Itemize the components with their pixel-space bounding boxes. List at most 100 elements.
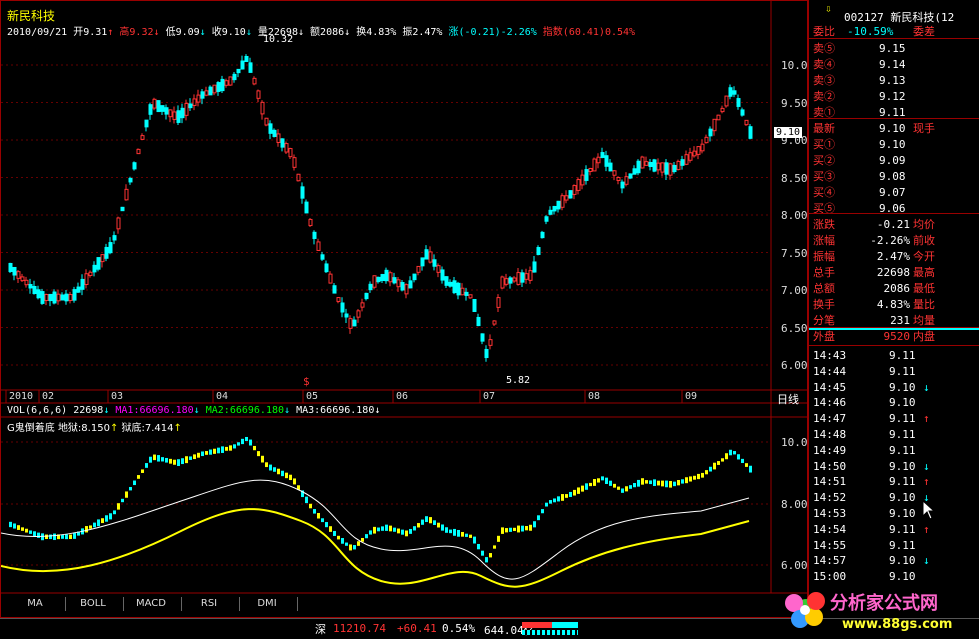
indicator-bar bbox=[365, 534, 368, 539]
bid-row[interactable]: 买④ 9.07 bbox=[813, 185, 978, 201]
indicator-bar bbox=[169, 458, 172, 464]
indicator-bar bbox=[621, 488, 624, 493]
indicator-bar bbox=[261, 455, 264, 463]
candle-body bbox=[712, 118, 717, 132]
ask-row[interactable]: 卖④ 9.14 bbox=[813, 57, 978, 73]
stat-row: 涨幅 -2.26% 前收 bbox=[813, 234, 935, 247]
candle-body bbox=[92, 264, 97, 273]
candle-body bbox=[328, 273, 333, 284]
indicator-bar bbox=[129, 486, 132, 491]
tab-boll[interactable]: BOLL bbox=[63, 597, 124, 611]
chart-panel[interactable]: 新民科技 2010/09/21 开9.31↑ 高9.32↓ 低9.09↓ 收9.… bbox=[0, 0, 814, 618]
bid-row[interactable]: 买⑤ 9.06 bbox=[813, 201, 978, 217]
indicator-bar bbox=[701, 472, 704, 478]
candle-body bbox=[720, 107, 725, 113]
indicator-bar bbox=[489, 553, 492, 558]
indicator-bar bbox=[125, 491, 128, 498]
ask-row[interactable]: 卖② 9.12 bbox=[813, 89, 978, 105]
candle-body bbox=[8, 262, 13, 273]
indicator-bar bbox=[389, 525, 392, 532]
candle-body bbox=[656, 162, 661, 171]
price-y-tick: 7.00 bbox=[781, 284, 808, 297]
indicator-bar bbox=[657, 480, 660, 486]
indicator-bar bbox=[669, 480, 672, 488]
indicator-bar bbox=[697, 473, 700, 480]
tick-row: 14:55 9.11 bbox=[813, 538, 916, 552]
candle-body bbox=[156, 100, 161, 113]
tab-dmi[interactable]: DMI bbox=[237, 597, 298, 611]
tick-row: 14:48 9.11 bbox=[813, 428, 916, 441]
candle-body bbox=[124, 188, 129, 201]
indicator-bar bbox=[353, 545, 356, 550]
bid-row[interactable]: 买① 9.10 bbox=[813, 137, 978, 153]
quote-icon[interactable]: ⇩ bbox=[825, 2, 832, 15]
indicator-bar bbox=[617, 486, 620, 490]
indicator-bar bbox=[25, 528, 28, 533]
candle-body bbox=[276, 133, 281, 143]
indicator-bar bbox=[705, 470, 708, 475]
indicator-bar bbox=[273, 467, 276, 472]
indicator-bar bbox=[61, 534, 64, 539]
candle-body bbox=[312, 231, 317, 239]
candle-body bbox=[12, 266, 17, 276]
indicator-bar bbox=[257, 451, 260, 457]
candle-body bbox=[492, 320, 497, 325]
period-label[interactable]: 日线 bbox=[777, 391, 799, 407]
candle-body bbox=[676, 160, 681, 171]
indicator-bar bbox=[685, 477, 688, 484]
price-grid bbox=[1, 64, 771, 566]
candle-body bbox=[288, 148, 293, 158]
indicator-bar bbox=[565, 494, 568, 498]
indicator-bar bbox=[105, 515, 108, 522]
indicator-bar bbox=[541, 509, 544, 514]
indicator-bar bbox=[145, 463, 148, 468]
candle-body bbox=[20, 276, 25, 282]
candle-body bbox=[468, 294, 473, 299]
candle-body bbox=[104, 246, 109, 259]
ask-row[interactable]: 卖③ 9.13 bbox=[813, 73, 978, 89]
tick-row: 14:43 9.11 bbox=[813, 349, 916, 362]
indicator-bar bbox=[53, 533, 56, 541]
candle-body bbox=[680, 159, 685, 166]
tick-row: 14:52 9.10 ↓ bbox=[813, 491, 930, 505]
candle-body bbox=[136, 148, 141, 155]
indicator-bar bbox=[393, 527, 396, 532]
candle-body bbox=[696, 146, 701, 155]
candle-body bbox=[268, 123, 273, 134]
indicator-bar bbox=[537, 515, 540, 521]
indicator-bar bbox=[445, 527, 448, 533]
tab-rsi[interactable]: RSI bbox=[179, 597, 240, 611]
indicator-bar bbox=[285, 472, 288, 479]
candle-body bbox=[220, 78, 225, 92]
candle-body bbox=[444, 276, 449, 286]
candle-body bbox=[56, 293, 61, 302]
candle-body bbox=[236, 68, 241, 74]
candle-body bbox=[232, 73, 237, 81]
candle-body bbox=[360, 302, 365, 308]
price-y-tick: 6.00 bbox=[781, 359, 808, 372]
candle-body bbox=[248, 62, 253, 73]
candle-body bbox=[620, 181, 625, 189]
ask-row[interactable]: 卖⑤ 9.15 bbox=[813, 41, 978, 57]
indicator-y-tick: 6.00 bbox=[781, 559, 808, 572]
candle-body bbox=[200, 91, 205, 99]
indicator-bar bbox=[745, 463, 748, 467]
candle-body bbox=[600, 152, 605, 158]
candle-body bbox=[496, 297, 501, 308]
indicator-bar bbox=[721, 458, 724, 462]
candle-body bbox=[300, 186, 305, 199]
candle-body bbox=[84, 273, 89, 285]
indicator-bar bbox=[161, 457, 164, 462]
candle-body bbox=[180, 107, 185, 119]
x-axis-label: 04 bbox=[216, 391, 229, 402]
candle-body bbox=[32, 286, 37, 294]
indicator-bar bbox=[349, 544, 352, 551]
indicator-bar bbox=[209, 449, 212, 455]
bid-row[interactable]: 买③ 9.08 bbox=[813, 169, 978, 185]
tab-ma[interactable]: MA bbox=[5, 597, 66, 611]
indicator-bar bbox=[441, 524, 444, 531]
tab-macd[interactable]: MACD bbox=[121, 597, 182, 611]
candle-body bbox=[572, 185, 577, 195]
candle-body bbox=[376, 276, 381, 283]
bid-row[interactable]: 买② 9.09 bbox=[813, 153, 978, 169]
